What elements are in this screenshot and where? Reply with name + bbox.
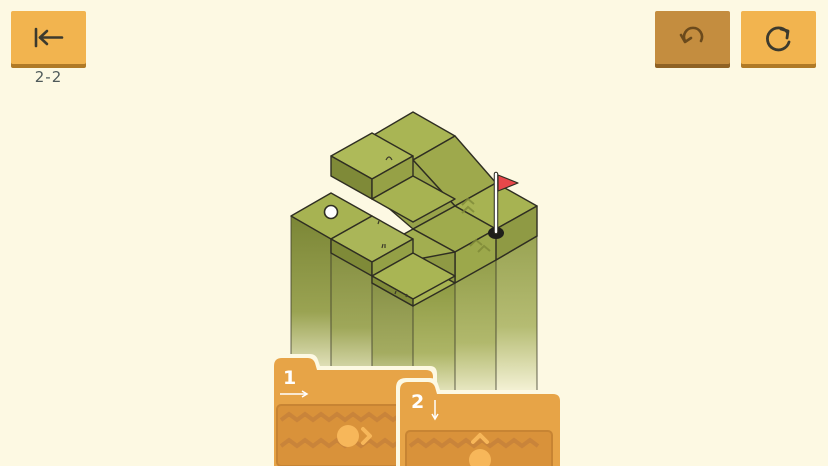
game-stage: 2-2 1 2 [0,0,828,466]
card-shape [396,378,564,466]
move-card-2[interactable]: 2 [394,376,566,466]
golf-ball [323,204,339,220]
card-1-number: 1 [283,367,297,389]
card-2-number: 2 [411,391,425,413]
